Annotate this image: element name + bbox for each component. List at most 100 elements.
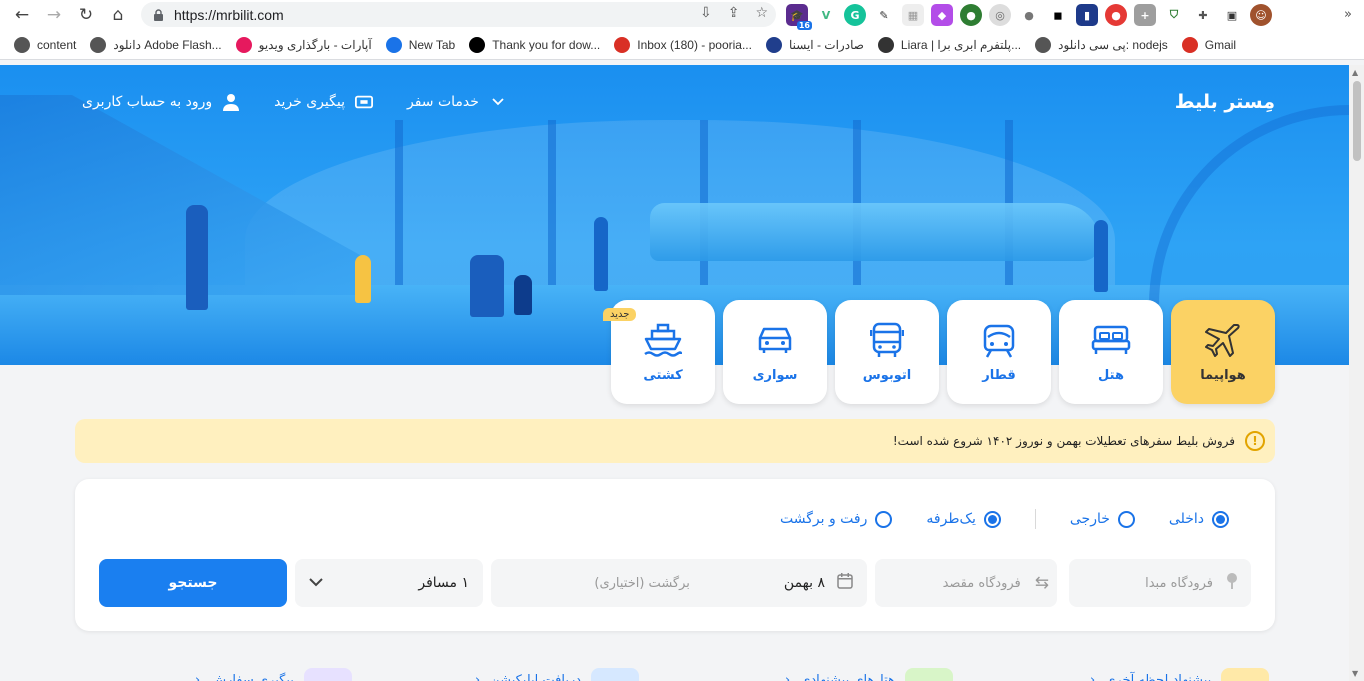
chevron-left-icon: ‹ xyxy=(1090,672,1096,681)
extension-graduation-icon[interactable]: 🎓 16 xyxy=(786,4,812,30)
bookmarks-overflow-icon[interactable]: » xyxy=(1344,7,1352,22)
extension-red-icon[interactable]: ● xyxy=(1105,4,1127,26)
extensions-puzzle-icon[interactable]: ✚ xyxy=(1192,4,1214,26)
bookmark-item[interactable]: Gmail xyxy=(1181,36,1236,53)
date-field[interactable]: ۸ بهمن برگشت (اختیاری) xyxy=(491,559,867,607)
extension-bookmark-icon[interactable]: ▮ xyxy=(1076,4,1098,26)
traveler-illustration xyxy=(186,205,208,310)
extension-eyedropper-icon[interactable]: ✎ xyxy=(873,4,895,26)
bed-icon xyxy=(1091,322,1131,358)
lock-icon xyxy=(153,8,165,21)
extensions-bar: 🎓 16 V G ✎ ▦ ◆ ● ◎ ● ◼ ▮ ● + ⛉ ✚ ▣ ☺ xyxy=(786,3,1272,30)
service-tab-bed[interactable]: هتل xyxy=(1059,300,1163,404)
bookmark-favicon-icon xyxy=(1035,36,1052,53)
site-logo[interactable]: مِستر بلیط xyxy=(1175,91,1275,113)
bookmark-favicon-icon xyxy=(469,36,486,53)
bookmark-item[interactable]: Thank you for dow... xyxy=(469,36,600,53)
radio-roundtrip[interactable]: رفت و برگشت xyxy=(780,510,893,528)
extension-camera-icon[interactable]: ◎ xyxy=(989,4,1011,26)
page-viewport: مِستر بلیط ورود به حساب کاربری پیگیری خر… xyxy=(0,65,1349,681)
bookmark-item[interactable]: Inbox (180) - pooria... xyxy=(614,36,752,53)
address-bar[interactable]: https://mrbilit.com ⇩ ⇪ ☆ xyxy=(141,2,776,27)
bookmark-item[interactable]: پی سی دانلود: nodejs xyxy=(1035,36,1168,53)
swap-icon[interactable]: ⇆ xyxy=(1035,573,1049,593)
bookmark-item[interactable]: دانلود Adobe Flash... xyxy=(90,36,222,53)
promo-link[interactable]: دریافت اپلیکیشن ‹ xyxy=(475,668,640,681)
service-tab-train[interactable]: قطار xyxy=(947,300,1051,404)
scroll-down-icon[interactable]: ▼ xyxy=(1352,669,1361,678)
service-tab-bus[interactable]: اتوبوس xyxy=(835,300,939,404)
bookmark-favicon-icon xyxy=(1181,36,1198,53)
extension-globe-icon[interactable]: ● xyxy=(960,4,982,26)
child-illustration xyxy=(355,255,371,303)
home-icon[interactable]: ⌂ xyxy=(102,0,134,30)
install-icon[interactable]: ⇩ xyxy=(700,5,712,21)
bookmark-favicon-icon xyxy=(385,36,402,53)
extension-grid-icon[interactable]: ▦ xyxy=(902,4,924,26)
depart-date-value: ۸ بهمن xyxy=(783,575,825,591)
warning-icon: ! xyxy=(1245,431,1265,451)
travel-services-menu[interactable]: خدمات سفر xyxy=(407,93,507,111)
bookmark-item[interactable]: آپارات - بارگذاری ویدیو xyxy=(235,36,372,53)
service-tab-label: کشتی xyxy=(643,367,683,383)
extension-plus-icon[interactable]: + xyxy=(1134,4,1156,26)
promo-links: پیشنهاد لحظه آخری ‹ هتل‌های پیشنهادی ‹ دریاف… xyxy=(170,668,1270,681)
back-icon[interactable]: ← xyxy=(6,0,38,30)
bookmark-star-icon[interactable]: ☆ xyxy=(755,5,768,21)
service-tab-ship[interactable]: کشتی جدید xyxy=(603,300,715,404)
scroll-thumb[interactable] xyxy=(1353,81,1361,161)
bookmark-item[interactable]: content xyxy=(14,36,76,53)
promo-link[interactable]: پیشنهاد لحظه آخری ‹ xyxy=(1090,668,1270,681)
service-tab-label: هتل xyxy=(1098,367,1124,383)
scroll-up-icon[interactable]: ▲ xyxy=(1352,68,1361,77)
service-tab-label: سواری xyxy=(752,367,798,383)
extension-purple-icon[interactable]: ◆ xyxy=(931,4,953,26)
bus-icon xyxy=(867,322,907,358)
bookmark-item[interactable]: Liara | پلتفرم ابری برا... xyxy=(877,36,1021,53)
extension-grammarly-icon[interactable]: G xyxy=(844,4,866,26)
sidepanel-icon[interactable]: ▣ xyxy=(1221,4,1243,26)
radio-domestic[interactable]: داخلی xyxy=(1169,510,1229,528)
bookmark-item[interactable]: New Tab xyxy=(385,36,455,53)
extension-screenshot-icon[interactable]: ◼ xyxy=(1047,4,1069,26)
track-order-link[interactable]: پیگیری خرید xyxy=(274,93,373,111)
trip-type-radios: داخلی خارجی یک‌طرفه رفت و برگشت xyxy=(780,509,1229,529)
bookmark-favicon-icon xyxy=(90,36,107,53)
return-date-placeholder: برگشت (اختیاری) xyxy=(594,575,690,591)
search-button[interactable]: جستجو xyxy=(99,559,287,607)
origin-field[interactable]: فرودگاه مبدا xyxy=(1069,559,1251,607)
service-tab-airplane[interactable]: هواپیما xyxy=(1171,300,1275,404)
share-icon[interactable]: ⇪ xyxy=(728,5,740,21)
profile-avatar[interactable]: ☺ xyxy=(1250,4,1272,26)
page-scrollbar[interactable]: ▲ ▼ xyxy=(1349,65,1364,681)
browser-toolbar: ← → ↻ ⌂ https://mrbilit.com ⇩ ⇪ ☆ 🎓 16 V … xyxy=(0,0,1364,30)
forward-icon[interactable]: → xyxy=(38,0,70,30)
chevron-down-icon xyxy=(309,575,323,591)
extension-bulb-icon[interactable]: ● xyxy=(1018,4,1040,26)
promo-icon xyxy=(904,668,953,681)
chevron-left-icon: ‹ xyxy=(475,672,481,681)
service-tabs: هواپیما هتل قطار اتوبوس سواری کشتی جدید xyxy=(603,300,1275,404)
promo-icon xyxy=(303,668,352,681)
ticket-icon xyxy=(354,93,373,111)
bookmark-item[interactable]: صادرات - ایسنا xyxy=(765,36,864,53)
location-pin-icon xyxy=(1227,573,1237,593)
reload-icon[interactable]: ↻ xyxy=(70,0,102,30)
flight-search-panel: داخلی خارجی یک‌طرفه رفت و برگشت فرودگاه … xyxy=(75,479,1275,631)
extension-vue-icon[interactable]: V xyxy=(815,4,837,26)
promo-link[interactable]: هتل‌های پیشنهادی ‹ xyxy=(785,668,953,681)
service-tab-label: اتوبوس xyxy=(862,367,912,383)
extension-shield-icon[interactable]: ⛉ xyxy=(1163,4,1185,26)
passengers-select[interactable]: ۱ مسافر xyxy=(295,559,483,607)
login-link[interactable]: ورود به حساب کاربری xyxy=(82,93,240,111)
service-tab-car[interactable]: سواری xyxy=(723,300,827,404)
destination-field[interactable]: ⇆ فرودگاه مقصد xyxy=(875,559,1057,607)
bookmark-favicon-icon xyxy=(235,36,252,53)
radio-oneway[interactable]: یک‌طرفه xyxy=(926,510,1001,528)
promo-link[interactable]: پیگیری سفارش ‹ xyxy=(195,668,352,681)
announcement-banner: ! فروش بلیط سفرهای تعطیلات بهمن و نوروز … xyxy=(75,419,1275,463)
ship-icon xyxy=(643,322,683,358)
bookmark-favicon-icon xyxy=(877,36,894,53)
announcement-text: فروش بلیط سفرهای تعطیلات بهمن و نوروز ۱۴… xyxy=(892,434,1235,448)
radio-foreign[interactable]: خارجی xyxy=(1070,510,1135,528)
